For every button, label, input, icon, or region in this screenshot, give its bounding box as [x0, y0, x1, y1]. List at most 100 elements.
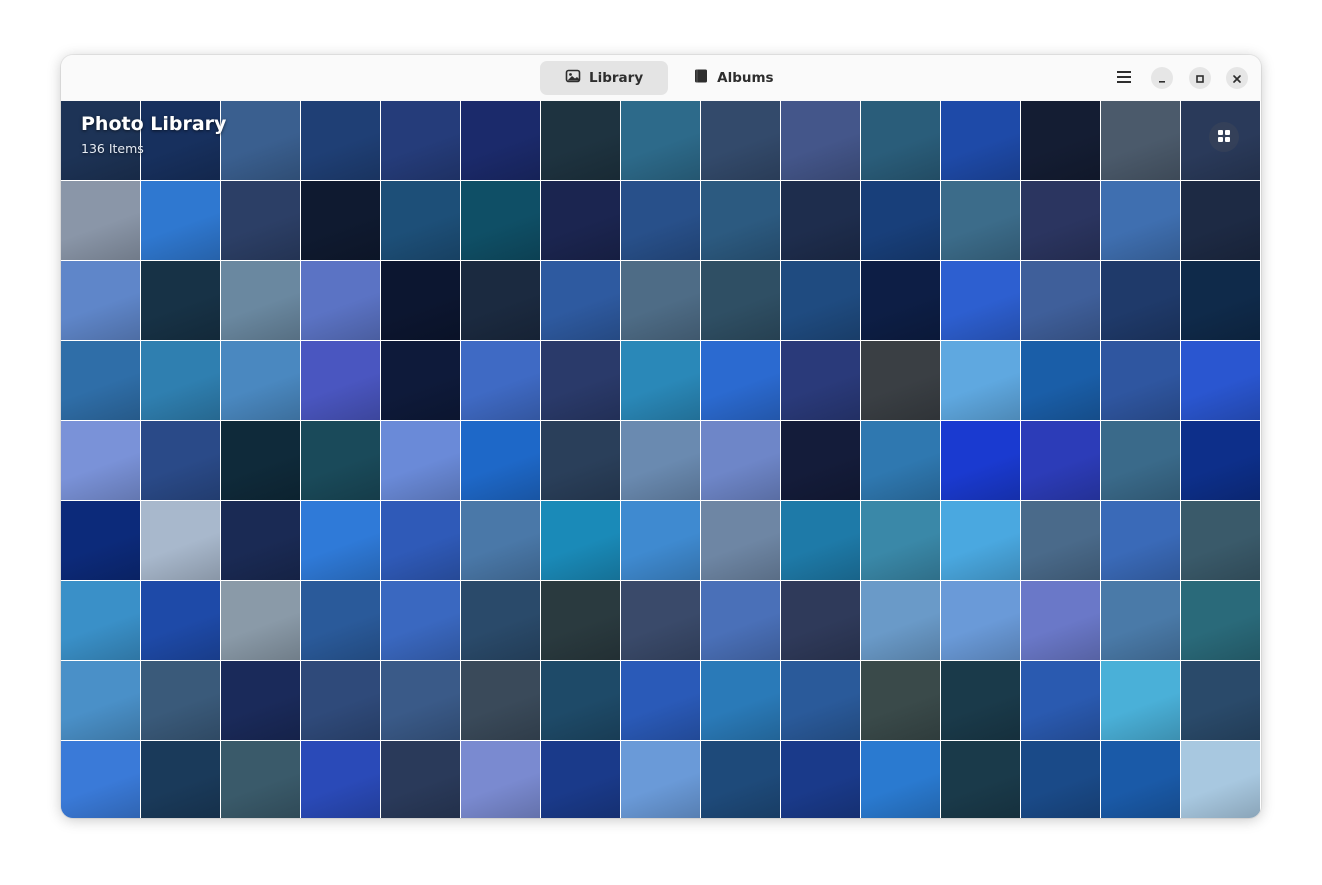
photo-thumbnail[interactable]: [1181, 181, 1260, 260]
photo-thumbnail[interactable]: [701, 341, 780, 420]
close-button[interactable]: [1226, 67, 1248, 89]
photo-thumbnail[interactable]: [541, 501, 620, 580]
photo-thumbnail[interactable]: [1181, 661, 1260, 740]
photo-thumbnail[interactable]: [541, 661, 620, 740]
tab-library[interactable]: Library: [540, 61, 669, 95]
photo-thumbnail[interactable]: [221, 101, 300, 180]
photo-thumbnail[interactable]: [381, 501, 460, 580]
photo-thumbnail[interactable]: [1021, 341, 1100, 420]
photo-thumbnail[interactable]: [541, 341, 620, 420]
photo-thumbnail[interactable]: [621, 421, 700, 500]
photo-thumbnail[interactable]: [941, 661, 1020, 740]
photo-thumbnail[interactable]: [221, 341, 300, 420]
photo-thumbnail[interactable]: [461, 581, 540, 660]
photo-thumbnail[interactable]: [781, 741, 860, 818]
photo-thumbnail[interactable]: [301, 501, 380, 580]
photo-thumbnail[interactable]: [461, 661, 540, 740]
photo-thumbnail[interactable]: [381, 261, 460, 340]
photo-thumbnail[interactable]: [701, 661, 780, 740]
photo-thumbnail[interactable]: [61, 341, 140, 420]
main-menu-button[interactable]: [1113, 67, 1135, 89]
photo-thumbnail[interactable]: [301, 421, 380, 500]
photo-thumbnail[interactable]: [1021, 501, 1100, 580]
photo-thumbnail[interactable]: [221, 261, 300, 340]
photo-thumbnail[interactable]: [941, 341, 1020, 420]
photo-thumbnail[interactable]: [621, 341, 700, 420]
photo-thumbnail[interactable]: [1181, 341, 1260, 420]
photo-thumbnail[interactable]: [381, 181, 460, 260]
photo-thumbnail[interactable]: [61, 181, 140, 260]
photo-thumbnail[interactable]: [61, 661, 140, 740]
photo-thumbnail[interactable]: [621, 581, 700, 660]
photo-thumbnail[interactable]: [941, 261, 1020, 340]
photo-thumbnail[interactable]: [221, 421, 300, 500]
photo-thumbnail[interactable]: [941, 421, 1020, 500]
photo-thumbnail[interactable]: [861, 661, 940, 740]
photo-thumbnail[interactable]: [1021, 101, 1100, 180]
photo-thumbnail[interactable]: [861, 581, 940, 660]
photo-thumbnail[interactable]: [781, 661, 860, 740]
photo-thumbnail[interactable]: [141, 261, 220, 340]
photo-thumbnail[interactable]: [621, 501, 700, 580]
photo-thumbnail[interactable]: [541, 181, 620, 260]
photo-thumbnail[interactable]: [1101, 101, 1180, 180]
photo-thumbnail[interactable]: [541, 261, 620, 340]
photo-thumbnail[interactable]: [141, 741, 220, 818]
photo-thumbnail[interactable]: [301, 101, 380, 180]
photo-thumbnail[interactable]: [941, 101, 1020, 180]
photo-thumbnail[interactable]: [381, 421, 460, 500]
photo-thumbnail[interactable]: [1101, 341, 1180, 420]
photo-thumbnail[interactable]: [701, 581, 780, 660]
photo-thumbnail[interactable]: [701, 261, 780, 340]
photo-thumbnail[interactable]: [61, 421, 140, 500]
photo-thumbnail[interactable]: [141, 341, 220, 420]
view-toggle-button[interactable]: [1209, 122, 1239, 152]
photo-thumbnail[interactable]: [381, 341, 460, 420]
photo-thumbnail[interactable]: [781, 341, 860, 420]
photo-thumbnail[interactable]: [301, 581, 380, 660]
photo-thumbnail[interactable]: [61, 261, 140, 340]
photo-thumbnail[interactable]: [1021, 261, 1100, 340]
photo-thumbnail[interactable]: [861, 421, 940, 500]
photo-thumbnail[interactable]: [781, 101, 860, 180]
photo-thumbnail[interactable]: [221, 181, 300, 260]
tab-albums[interactable]: Albums: [668, 61, 798, 95]
photo-thumbnail[interactable]: [301, 341, 380, 420]
photo-thumbnail[interactable]: [861, 501, 940, 580]
photo-thumbnail[interactable]: [781, 581, 860, 660]
photo-thumbnail[interactable]: [861, 261, 940, 340]
photo-thumbnail[interactable]: [1101, 421, 1180, 500]
photo-thumbnail[interactable]: [1101, 181, 1180, 260]
photo-thumbnail[interactable]: [621, 181, 700, 260]
photo-thumbnail[interactable]: [61, 581, 140, 660]
photo-thumbnail[interactable]: [1101, 261, 1180, 340]
photo-thumbnail[interactable]: [861, 101, 940, 180]
photo-thumbnail[interactable]: [301, 261, 380, 340]
photo-thumbnail[interactable]: [861, 181, 940, 260]
photo-thumbnail[interactable]: [941, 581, 1020, 660]
photo-thumbnail[interactable]: [541, 421, 620, 500]
photo-thumbnail[interactable]: [221, 581, 300, 660]
photo-thumbnail[interactable]: [701, 741, 780, 818]
photo-thumbnail[interactable]: [1181, 501, 1260, 580]
photo-thumbnail[interactable]: [861, 741, 940, 818]
photo-thumbnail[interactable]: [701, 101, 780, 180]
photo-thumbnail[interactable]: [301, 741, 380, 818]
photo-thumbnail[interactable]: [1021, 181, 1100, 260]
photo-thumbnail[interactable]: [1101, 741, 1180, 818]
photo-thumbnail[interactable]: [301, 181, 380, 260]
photo-thumbnail[interactable]: [541, 581, 620, 660]
photo-thumbnail[interactable]: [61, 741, 140, 818]
photo-thumbnail[interactable]: [461, 741, 540, 818]
photo-thumbnail[interactable]: [141, 181, 220, 260]
photo-thumbnail[interactable]: [941, 181, 1020, 260]
photo-thumbnail[interactable]: [781, 421, 860, 500]
photo-thumbnail[interactable]: [701, 421, 780, 500]
photo-thumbnail[interactable]: [541, 101, 620, 180]
photo-thumbnail[interactable]: [541, 741, 620, 818]
maximize-button[interactable]: [1189, 67, 1211, 89]
photo-thumbnail[interactable]: [221, 741, 300, 818]
photo-thumbnail[interactable]: [621, 261, 700, 340]
photo-thumbnail[interactable]: [381, 741, 460, 818]
photo-thumbnail[interactable]: [461, 101, 540, 180]
